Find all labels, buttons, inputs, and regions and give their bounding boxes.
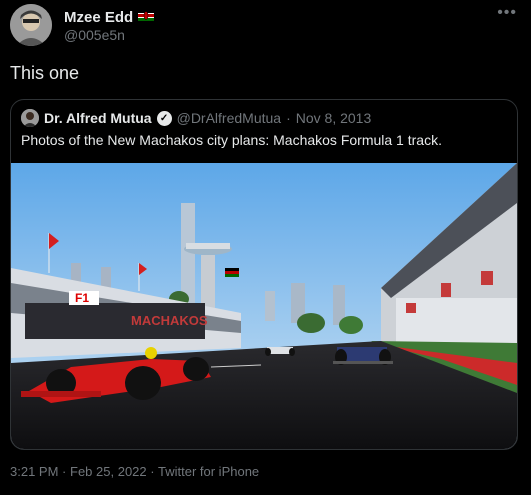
tweet-client[interactable]: Twitter for iPhone (158, 464, 259, 479)
blue-car (333, 347, 393, 365)
banner-text: MACHAKOS (131, 313, 208, 328)
f1-logo-icon: F1 (75, 291, 89, 305)
quoted-handle: @DrAlfredMutua (176, 110, 282, 126)
tweet-time: 3:21 PM (10, 464, 59, 479)
quoted-image[interactable]: MACHAKOS F1 (11, 163, 517, 449)
meta-separator: · (62, 464, 67, 479)
quoted-date: Nov 8, 2013 (295, 110, 372, 126)
quoted-text: Photos of the New Machakos city plans: M… (21, 132, 442, 148)
more-icon[interactable]: ••• (497, 4, 517, 22)
author-name[interactable]: Mzee Edd (64, 9, 133, 26)
meta-separator-2: · (150, 464, 155, 479)
author-avatar[interactable] (10, 4, 52, 46)
tweet-date[interactable]: Feb 25, 2022 (70, 464, 147, 479)
quoted-tweet[interactable]: Dr. Alfred Mutua ✓ @DrAlfredMutua · Nov … (10, 99, 518, 450)
author-handle[interactable]: @005e5n (64, 27, 125, 43)
kenya-flag-icon (138, 8, 155, 26)
quoted-name: Dr. Alfred Mutua (44, 110, 152, 126)
quoted-avatar (21, 109, 39, 127)
tweet-text: This one (10, 63, 80, 83)
tweet-meta: 3:21 PM · Feb 25, 2022 · Twitter for iPh… (10, 464, 259, 479)
quoted-separator: · (286, 110, 291, 126)
verified-badge-icon: ✓ (156, 110, 172, 126)
